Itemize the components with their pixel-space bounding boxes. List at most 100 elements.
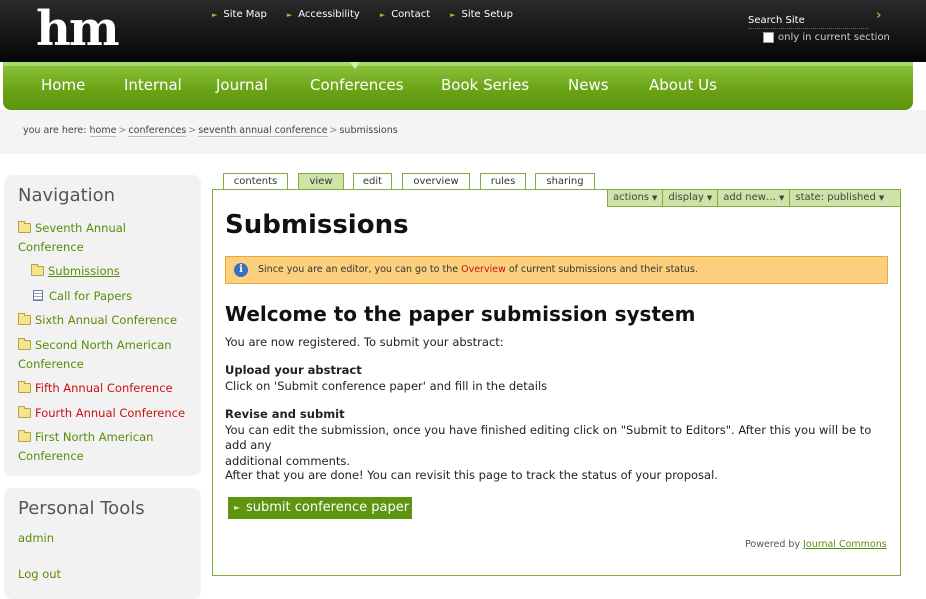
breadcrumb-conferences[interactable]: conferences (128, 125, 187, 137)
tab-sharing[interactable]: sharing (535, 173, 595, 190)
folder-icon (18, 381, 31, 393)
only-current-label: only in current section (778, 32, 890, 43)
nav-conferences[interactable]: Conferences (310, 76, 404, 94)
nav-internal[interactable]: Internal (124, 76, 182, 94)
nav-news[interactable]: News (568, 76, 609, 94)
nav-second-north-american[interactable]: Second North American Conference (18, 336, 188, 374)
site-actions: ► Site Map ► Accessibility ► Contact ► Site … (212, 9, 533, 20)
arrow-icon: ► (450, 10, 456, 19)
only-current-checkbox[interactable] (763, 32, 774, 43)
overview-link[interactable]: Overview (461, 264, 506, 275)
folder-icon (18, 406, 31, 418)
powered-by: Powered by Journal Commons (745, 539, 887, 550)
nav-first-north-american[interactable]: First North American Conference (18, 428, 188, 466)
info-message: i Since you are an editor, you can go to… (225, 256, 888, 284)
journal-commons-link[interactable]: Journal Commons (803, 539, 887, 550)
only-current-section: only in current section (763, 32, 890, 43)
nav-fifth-label: Fifth Annual Conference (35, 381, 173, 395)
submit-conference-paper-button[interactable]: ► submit conference paper (228, 497, 412, 519)
logout-link[interactable]: Log out (18, 567, 61, 581)
site-logo[interactable]: hm (36, 0, 120, 58)
nav-highlight-strip (3, 62, 913, 66)
folder-icon (18, 430, 31, 442)
admin-link[interactable]: admin (18, 531, 54, 545)
actions-menu[interactable]: actions ▼ (608, 190, 664, 206)
tab-rules[interactable]: rules (480, 173, 526, 190)
nav-second-label-2: Conference (18, 357, 84, 371)
breadcrumb-sep: > (188, 125, 197, 136)
nav-sixth-annual[interactable]: Sixth Annual Conference (18, 311, 177, 330)
breadcrumb-prefix: you are here: (23, 125, 87, 136)
arrow-icon: ► (212, 10, 218, 19)
accessibility-label: Accessibility (298, 9, 360, 20)
state-menu[interactable]: state: published ▼ (790, 190, 889, 206)
arrow-icon: ► (286, 10, 293, 19)
breadcrumb-current: submissions (339, 125, 398, 136)
info-icon: i (234, 263, 248, 277)
tab-contents[interactable]: contents (223, 173, 288, 190)
tab-edit[interactable]: edit (353, 173, 392, 190)
navigation-title: Navigation (18, 185, 116, 206)
nav-sixth-label: Sixth Annual Conference (35, 313, 178, 327)
breadcrumb-home[interactable]: home (89, 125, 117, 137)
search-input[interactable] (748, 13, 868, 29)
info-text-post: of current submissions and their status. (508, 264, 698, 275)
revise-section: Revise and submit You can edit the submi… (225, 407, 885, 469)
contact-label: Contact (391, 9, 431, 20)
site-setup-label: Site Setup (461, 9, 513, 20)
chevron-down-icon: ▼ (652, 194, 658, 202)
upload-text: Click on 'Submit conference paper' and f… (225, 378, 548, 393)
nav-fourth-label: Fourth Annual Conference (35, 406, 186, 420)
state-menu-label: state: published (795, 192, 876, 203)
nav-seventh-annual[interactable]: Seventh Annual Conference (18, 219, 188, 257)
revise-text-line-2: additional comments. (225, 453, 351, 468)
nav-submissions[interactable]: Submissions (31, 262, 120, 281)
search-box: › (748, 8, 888, 29)
welcome-heading: Welcome to the paper submission system (225, 302, 696, 326)
revise-title: Revise and submit (225, 407, 345, 421)
site-map-label: Site Map (223, 9, 267, 20)
breadcrumb-seventh-annual[interactable]: seventh annual conference (198, 125, 328, 137)
document-icon (33, 290, 43, 301)
tab-overview[interactable]: overview (402, 173, 470, 190)
nav-first-label-2: Conference (18, 449, 84, 463)
chevron-down-icon: ▼ (706, 194, 713, 202)
nav-fourth-annual[interactable]: Fourth Annual Conference (18, 404, 185, 423)
display-menu[interactable]: display ▼ (663, 190, 719, 206)
folder-icon (18, 338, 31, 350)
site-setup-link[interactable]: ► Site Setup (450, 9, 513, 20)
selected-nav-marker-icon (350, 62, 360, 69)
display-menu-label: display (668, 192, 704, 203)
arrow-icon: ► (234, 503, 241, 512)
info-text-pre: Since you are an editor, you can go to t… (258, 264, 459, 275)
revise-text-line-1: You can edit the submission, once you ha… (225, 422, 872, 453)
submit-button-label: submit conference paper (246, 500, 410, 515)
folder-icon (31, 264, 44, 276)
nav-second-label-1: Second North American (35, 338, 172, 352)
actions-menu-label: actions (613, 192, 649, 203)
contact-link[interactable]: ► Contact (380, 9, 430, 20)
top-bar: hm ► Site Map ► Accessibility ► Contact ► Si… (0, 0, 926, 62)
nav-seventh-label-1: Seventh Annual (35, 221, 126, 235)
site-map-link[interactable]: ► Site Map (212, 9, 267, 20)
nav-call-label: Call for Papers (49, 289, 133, 303)
breadcrumb-sep: > (329, 125, 338, 136)
nav-journal[interactable]: Journal (216, 76, 268, 94)
upload-title: Upload your abstract (225, 363, 362, 377)
breadcrumb-sep: > (118, 125, 127, 136)
folder-icon (18, 221, 31, 233)
content-actions-bar: actions ▼ display ▼ add new… ▼ state: publi… (607, 189, 901, 207)
search-go-icon[interactable]: › (876, 8, 881, 23)
add-new-menu[interactable]: add new… ▼ (718, 190, 791, 206)
nav-submissions-label: Submissions (48, 264, 120, 278)
nav-home[interactable]: Home (41, 76, 85, 94)
nav-fifth-annual[interactable]: Fifth Annual Conference (18, 379, 173, 398)
chevron-down-icon: ▼ (878, 194, 885, 202)
nav-about-us[interactable]: About Us (649, 76, 717, 94)
accessibility-link[interactable]: ► Accessibility (287, 9, 360, 20)
page-title: Submissions (225, 210, 409, 240)
add-new-menu-label: add new… (723, 192, 776, 203)
nav-call-for-papers[interactable]: Call for Papers (33, 287, 132, 306)
upload-section: Upload your abstract Click on 'Submit co… (225, 363, 885, 394)
nav-book-series[interactable]: Book Series (441, 76, 529, 94)
